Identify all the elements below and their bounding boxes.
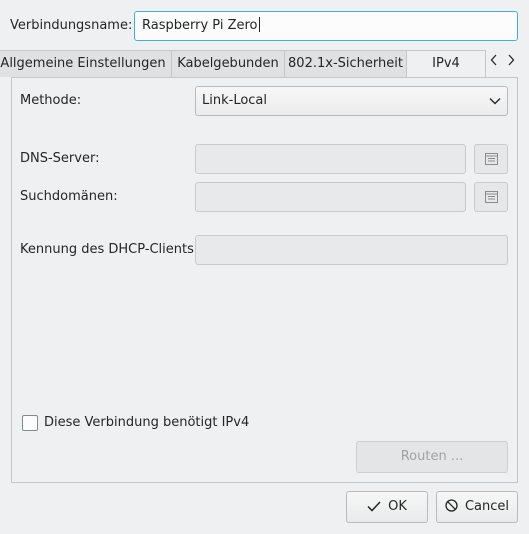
tab-general-label: Allgemeine Einstellungen [0,56,166,71]
tab-wired-label: Kabelgebunden [177,56,279,71]
dns-server-input[interactable] [195,144,466,174]
tab-general[interactable]: Allgemeine Einstellungen [0,50,172,77]
dns-server-label: DNS-Server: [20,151,100,166]
tab-8021x-label: 802.1x-Sicherheit [288,56,403,71]
dns-server-edit-button[interactable] [474,144,508,174]
checkmark-icon [367,501,381,512]
tab-8021x-security[interactable]: 802.1x-Sicherheit [284,50,407,77]
list-edit-icon [485,153,498,165]
tab-ipv4[interactable]: IPv4 [406,50,486,78]
cancel-button[interactable]: Cancel [436,491,518,523]
dhcp-client-id-label: Kennung des DHCP-Clients: [20,242,199,257]
ok-label: OK [388,499,407,514]
text-cursor [258,17,260,32]
cancel-icon [445,499,458,512]
routes-button[interactable]: Routen ... [356,441,508,473]
method-select[interactable]: Link-Local [195,86,508,116]
list-edit-icon [485,191,498,203]
search-domains-input[interactable] [195,182,466,212]
chevron-right-icon[interactable] [502,50,519,76]
search-domains-edit-button[interactable] [474,182,508,212]
chevron-left-icon[interactable] [485,50,502,76]
connection-name-value: Raspberry Pi Zero [142,18,258,33]
method-label: Methode: [20,93,82,108]
tab-ipv4-label: IPv4 [432,56,460,71]
cancel-label: Cancel [464,499,510,514]
connection-name-input[interactable]: Raspberry Pi Zero [134,11,518,41]
chevron-down-icon [489,98,501,105]
search-domains-label: Suchdomänen: [20,189,118,204]
connection-name-label: Verbindungsname: [10,18,133,33]
require-ipv4-checkbox[interactable] [22,415,38,431]
tab-wired[interactable]: Kabelgebunden [171,50,285,77]
tab-bar: Allgemeine Einstellungen Kabelgebunden 8… [0,50,529,78]
dhcp-client-id-input[interactable] [195,235,508,265]
ok-button[interactable]: OK [346,491,428,523]
method-value: Link-Local [202,93,268,108]
require-ipv4-label: Diese Verbindung benötigt IPv4 [44,415,250,430]
